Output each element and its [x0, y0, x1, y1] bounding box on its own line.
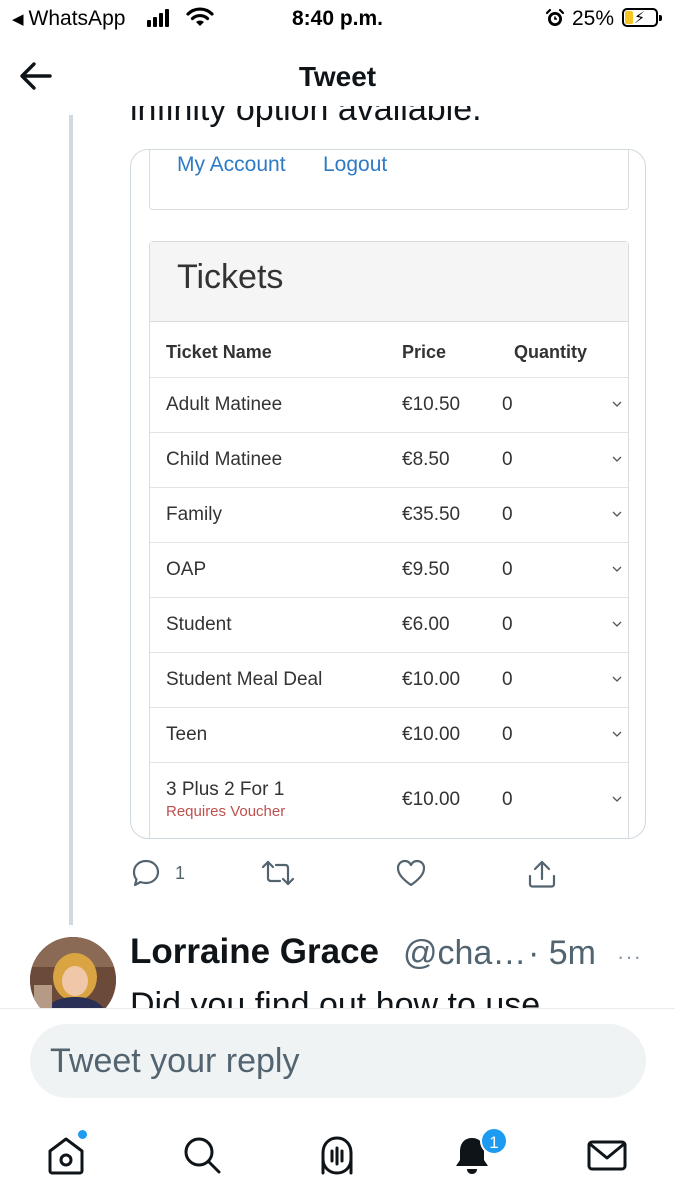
status-bar: ◀ WhatsApp 8:40 p.m. 25% ⚡ — [0, 0, 675, 38]
table-row: Teen €10.00 0 — [150, 707, 628, 762]
ticket-name: 3 Plus 2 For 1 — [166, 779, 285, 800]
column-header-quantity: Quantity — [514, 342, 588, 362]
my-account-link[interactable]: My Account — [177, 153, 286, 177]
chevron-down-icon[interactable] — [611, 618, 623, 630]
share-icon — [528, 860, 556, 888]
quantity-select[interactable]: 0 — [502, 789, 513, 811]
ticket-price: €10.00 — [402, 789, 461, 810]
spaces-icon[interactable] — [315, 1133, 359, 1177]
ticket-price: €8.50 — [402, 449, 450, 470]
tickets-heading-bar: Tickets — [150, 242, 628, 322]
table-row: Adult Matinee €10.50 0 — [150, 377, 628, 432]
chevron-down-icon[interactable] — [611, 563, 623, 575]
battery-icon: ⚡ — [622, 8, 662, 27]
tickets-panel: Tickets Ticket Name Price Quantity Adult… — [149, 241, 629, 838]
chevron-down-icon[interactable] — [611, 398, 623, 410]
column-header-ticket-name: Ticket Name — [166, 342, 272, 362]
tweet-media-image[interactable]: My Account Logout Tickets Ticket Name Pr… — [130, 149, 646, 839]
chevron-down-icon[interactable] — [611, 508, 623, 520]
ticket-name: Student — [166, 614, 232, 635]
account-links-box: My Account Logout — [149, 150, 629, 210]
like-button[interactable] — [395, 858, 427, 888]
table-row: Family €35.50 0 — [150, 487, 628, 542]
new-tweets-dot — [78, 1130, 87, 1139]
logout-link[interactable]: Logout — [323, 153, 387, 177]
more-options-icon[interactable]: ··· — [617, 944, 642, 970]
table-row: Child Matinee €8.50 0 — [150, 432, 628, 487]
tickets-heading: Tickets — [177, 258, 284, 296]
battery-percent: 25% — [572, 7, 615, 30]
ticket-price: €10.50 — [402, 394, 461, 415]
quantity-select[interactable]: 0 — [502, 394, 513, 416]
retweet-button[interactable] — [260, 858, 296, 888]
ticket-name: Family — [166, 504, 222, 525]
ticket-name: Adult Matinee — [166, 394, 283, 415]
quantity-select[interactable]: 0 — [502, 559, 513, 581]
ticket-price: €10.00 — [402, 669, 461, 690]
messages-envelope-icon[interactable] — [585, 1133, 629, 1177]
notifications-badge: 1 — [480, 1127, 508, 1155]
charging-bolt-icon: ⚡ — [634, 10, 646, 27]
thread-connector-line — [69, 115, 73, 925]
ticket-name: Child Matinee — [166, 449, 283, 470]
column-header-price: Price — [402, 342, 447, 362]
ticket-price: €35.50 — [402, 504, 461, 525]
chevron-down-icon[interactable] — [611, 728, 623, 740]
chevron-down-icon[interactable] — [611, 673, 623, 685]
tweet-text-fragment: infinity option available. — [130, 106, 482, 128]
reply-action[interactable]: 1 — [131, 858, 185, 888]
table-row: OAP €9.50 0 — [150, 542, 628, 597]
reply-author-handle[interactable]: @cha… — [403, 934, 526, 973]
ticket-price: €10.00 — [402, 724, 461, 745]
page-title: Tweet — [298, 61, 377, 92]
bottom-area: 1 — [0, 1008, 675, 1200]
tweet-text: infinity option available. — [130, 106, 650, 128]
reply-bubble-icon — [132, 859, 160, 887]
reply-author-name[interactable]: Lorraine Grace — [130, 932, 379, 972]
home-icon[interactable] — [44, 1133, 88, 1177]
table-row: Student Meal Deal €10.00 0 — [150, 652, 628, 707]
quantity-select[interactable]: 0 — [502, 449, 513, 471]
chevron-down-icon[interactable] — [611, 453, 623, 465]
reply-text: Did you find out how to use — [130, 986, 650, 1008]
reply-text-fragment: Did you find out how to use — [130, 986, 541, 1008]
ticket-price: €6.00 — [402, 614, 450, 635]
ticket-price: €9.50 — [402, 559, 450, 580]
quantity-select[interactable]: 0 — [502, 724, 513, 746]
ticket-name: Teen — [166, 724, 208, 745]
reply-timestamp: · 5m — [528, 934, 596, 972]
voucher-required-note: Requires Voucher — [166, 803, 286, 820]
ticket-name: Student Meal Deal — [166, 669, 323, 690]
table-row: 3 Plus 2 For 1 Requires Voucher €10.00 0 — [150, 762, 628, 832]
share-button[interactable] — [526, 858, 558, 890]
tweet-header: Tweet — [0, 44, 675, 106]
quantity-select[interactable]: 0 — [502, 504, 513, 526]
heart-icon — [396, 859, 426, 887]
search-icon[interactable] — [180, 1133, 224, 1177]
retweet-icon — [261, 860, 295, 886]
table-row: Student €6.00 0 — [150, 597, 628, 652]
alarm-icon — [545, 8, 565, 26]
quantity-select[interactable]: 0 — [502, 669, 513, 691]
reply-count: 1 — [175, 862, 186, 883]
tweet-reply-input[interactable] — [30, 1024, 646, 1098]
ticket-name: OAP — [166, 559, 207, 580]
battery-fill — [625, 11, 633, 24]
quantity-select[interactable]: 0 — [502, 614, 513, 636]
chevron-down-icon[interactable] — [611, 793, 623, 805]
